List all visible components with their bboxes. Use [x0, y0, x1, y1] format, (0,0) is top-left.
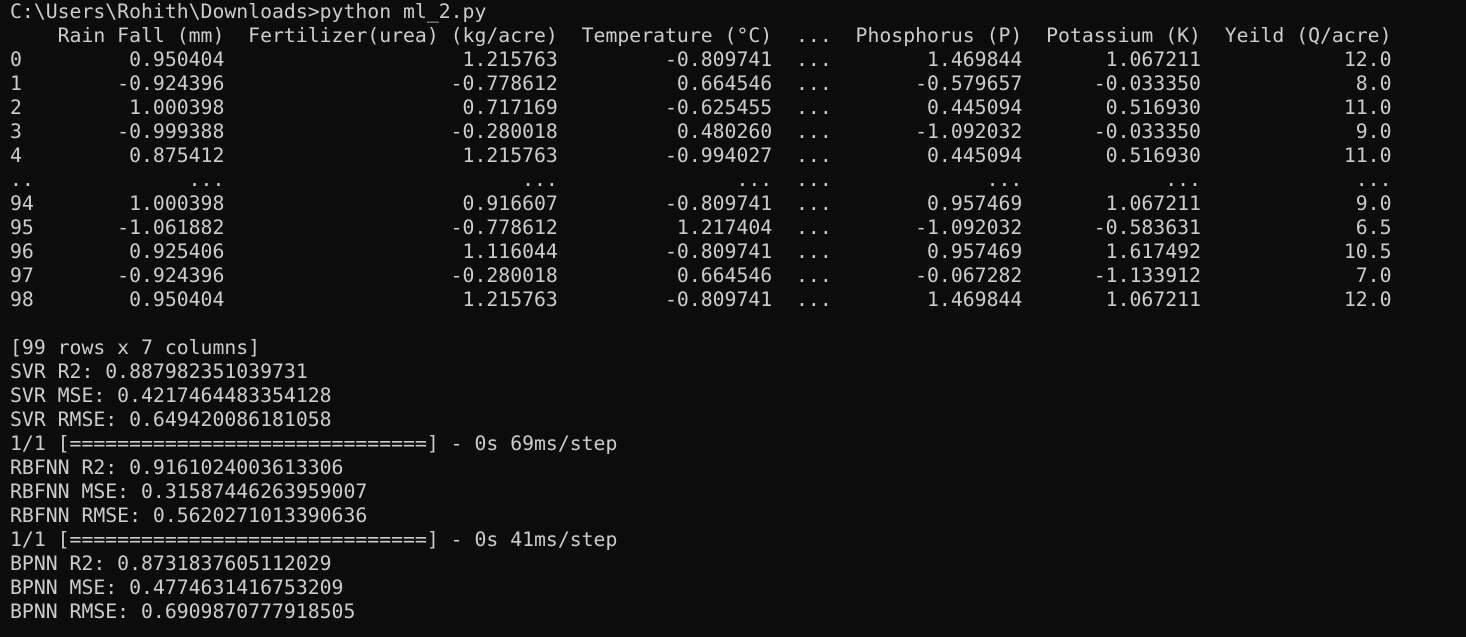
- table-ellipsis-row: .. ... ... ... ... ... ... ...: [10, 168, 1392, 191]
- command-prompt-line: C:\Users\Rohith\Downloads>python ml_2.py: [10, 0, 487, 23]
- table-row: 95 -1.061882 -0.778612 1.217404 ... -1.0…: [10, 216, 1392, 239]
- table-row: 3 -0.999388 -0.280018 0.480260 ... -1.09…: [10, 120, 1392, 143]
- bpnn-r2-output: BPNN R2: 0.8731837605112029: [10, 552, 332, 575]
- table-row: 1 -0.924396 -0.778612 0.664546 ... -0.57…: [10, 72, 1392, 95]
- svr-rmse-output: SVR RMSE: 0.649420086181058: [10, 408, 332, 431]
- table-row: 98 0.950404 1.215763 -0.809741 ... 1.469…: [10, 288, 1392, 311]
- svr-r2-output: SVR R2: 0.887982351039731: [10, 360, 308, 383]
- rbfnn-r2-output: RBFNN R2: 0.9161024003613306: [10, 456, 344, 479]
- table-row: 0 0.950404 1.215763 -0.809741 ... 1.4698…: [10, 48, 1392, 71]
- svr-mse-output: SVR MSE: 0.4217464483354128: [10, 384, 332, 407]
- table-row: 96 0.925406 1.116044 -0.809741 ... 0.957…: [10, 240, 1392, 263]
- table-row: 4 0.875412 1.215763 -0.994027 ... 0.4450…: [10, 144, 1392, 167]
- bpnn-progress-output: 1/1 [==============================] - 0…: [10, 528, 618, 551]
- terminal-window[interactable]: C:\Users\Rohith\Downloads>python ml_2.py…: [0, 0, 1466, 637]
- table-row: 94 1.000398 0.916607 -0.809741 ... 0.957…: [10, 192, 1392, 215]
- bpnn-rmse-output: BPNN RMSE: 0.6909870777918505: [10, 600, 356, 623]
- table-summary: [99 rows x 7 columns]: [10, 336, 261, 359]
- table-header: Rain Fall (mm) Fertilizer(urea) (kg/acre…: [10, 24, 1392, 47]
- rbfnn-progress-output: 1/1 [==============================] - 0…: [10, 432, 618, 455]
- bpnn-mse-output: BPNN MSE: 0.4774631416753209: [10, 576, 344, 599]
- rbfnn-mse-output: RBFNN MSE: 0.31587446263959007: [10, 480, 368, 503]
- table-row: 97 -0.924396 -0.280018 0.664546 ... -0.0…: [10, 264, 1392, 287]
- rbfnn-rmse-output: RBFNN RMSE: 0.5620271013390636: [10, 504, 368, 527]
- table-row: 2 1.000398 0.717169 -0.625455 ... 0.4450…: [10, 96, 1392, 119]
